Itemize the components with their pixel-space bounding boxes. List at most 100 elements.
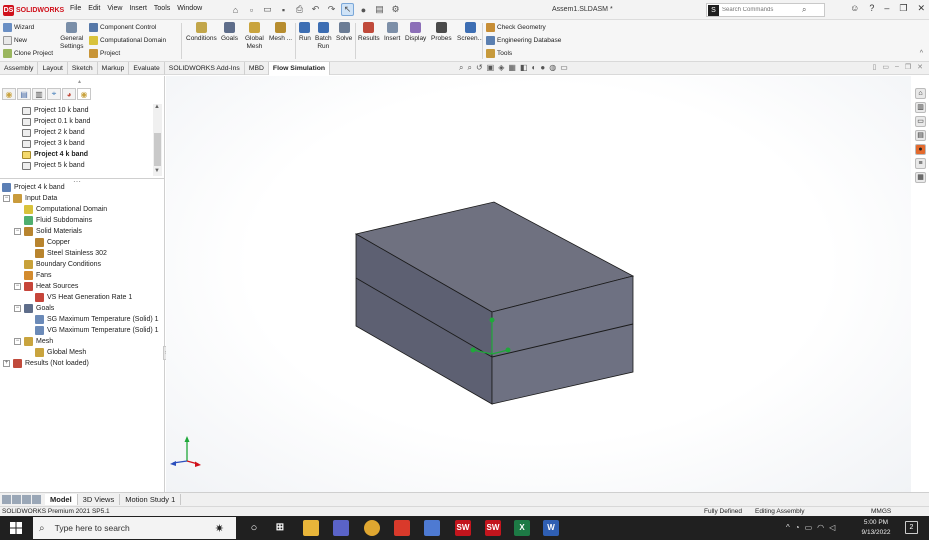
menu-view[interactable]: View [107, 5, 122, 12]
tab-assembly[interactable]: Assembly [0, 62, 39, 75]
goals-button[interactable]: Goals [221, 22, 238, 43]
user-icon[interactable]: ☺ [850, 3, 859, 14]
taskbar-search[interactable]: ⌕ Type here to search ✷ [33, 517, 236, 539]
computational-domain-button[interactable]: Computational Domain [89, 36, 166, 45]
appearances-icon[interactable]: ● [915, 144, 926, 155]
close-icon[interactable]: ✕ [917, 3, 925, 14]
show-hidden-icons-icon[interactable]: ^ [786, 523, 790, 532]
adobe-app-icon[interactable] [394, 520, 410, 536]
solve-button[interactable]: Solve [336, 22, 352, 43]
display-button[interactable]: Display [405, 22, 426, 43]
rebuild-icon[interactable]: ● [357, 3, 370, 16]
scroll-down-icon[interactable]: ▼ [154, 168, 160, 174]
save-icon[interactable]: ▪ [277, 3, 290, 16]
tree-item-fluid-subdomains[interactable]: Fluid Subdomains [24, 215, 92, 226]
notification-icon[interactable]: 2 [905, 521, 918, 534]
tab-markup[interactable]: Markup [98, 62, 130, 75]
battery-icon[interactable]: ▭ [805, 523, 813, 532]
design-library-icon[interactable]: ▥ [915, 102, 926, 113]
help-icon[interactable]: ? [869, 3, 874, 14]
teams-app-icon[interactable] [333, 520, 349, 536]
solidworks-logo[interactable]: DS SOLIDWORKS [3, 4, 64, 16]
scroll-up-icon[interactable]: ▲ [154, 104, 160, 110]
solidworks-resources-icon[interactable]: ⌂ [915, 88, 926, 99]
tools-button[interactable]: Tools [486, 49, 512, 58]
feature-manager-tab-icon[interactable]: ◉ [2, 88, 16, 100]
collapse-toggle-icon[interactable]: − [3, 195, 10, 202]
solidworks-app-icon[interactable]: SW [485, 520, 501, 536]
engineering-database-button[interactable]: Engineering Database [486, 36, 561, 45]
excel-app-icon[interactable]: X [514, 520, 530, 536]
menu-file[interactable]: File [70, 5, 81, 12]
undo-icon[interactable]: ↶ [309, 3, 322, 16]
menu-tools[interactable]: Tools [154, 5, 170, 12]
tree-item-fans[interactable]: Fans [24, 270, 52, 281]
tree-item-vg-goal[interactable]: VG Maximum Temperature (Solid) 1 [35, 325, 159, 336]
open-icon[interactable]: ▭ [261, 3, 274, 16]
chrome-app-icon[interactable] [364, 520, 380, 536]
collapse-toggle-icon[interactable]: − [14, 228, 21, 235]
tree-item-solid-materials[interactable]: − Solid Materials [14, 226, 82, 237]
graphics-viewport[interactable] [166, 76, 911, 492]
triad-handle[interactable] [470, 347, 476, 353]
first-tab-icon[interactable] [2, 495, 11, 504]
tree-item-mesh[interactable]: − Mesh [14, 336, 53, 347]
project-button[interactable]: Project [89, 49, 120, 58]
triad-handle[interactable] [505, 347, 511, 353]
new-document-icon[interactable]: ▫ [245, 3, 258, 16]
search-highlight-icon[interactable]: ✷ [215, 522, 224, 535]
previous-view-icon[interactable]: ↺ [476, 63, 483, 73]
wizard-button[interactable]: Wizard [3, 23, 34, 32]
wifi-icon[interactable]: ◠ [817, 523, 824, 532]
section-view-icon[interactable]: ▣ [487, 63, 495, 73]
custom-properties-icon[interactable]: ≡ [915, 158, 926, 169]
property-manager-tab-icon[interactable]: ▤ [17, 88, 31, 100]
collapse-ribbon-icon[interactable]: ^ [920, 50, 923, 57]
edit-appearance-icon[interactable]: ● [540, 63, 545, 73]
tree-item-heat-sources[interactable]: − Heat Sources [14, 281, 78, 292]
network-icon[interactable]: ◔ [795, 523, 800, 532]
search-input[interactable] [722, 7, 802, 13]
tab-evaluate[interactable]: Evaluate [129, 62, 165, 75]
new-project-button[interactable]: New [3, 36, 27, 45]
tile-icon[interactable]: ▯ [872, 63, 876, 71]
task-view-icon[interactable]: ⊞ [272, 520, 288, 536]
volume-icon[interactable]: ◁ [829, 523, 835, 532]
list-item[interactable]: Project 10 k band [22, 105, 88, 116]
tab-flow-simulation[interactable]: Flow Simulation [268, 62, 331, 75]
tree-item-results[interactable]: + Results (Not loaded) [3, 358, 89, 369]
expand-toggle-icon[interactable]: + [3, 360, 10, 367]
word-app-icon[interactable]: W [543, 520, 559, 536]
viewport-restore-icon[interactable]: ❐ [905, 63, 911, 71]
print-icon[interactable]: ⎙ [293, 3, 306, 16]
component-control-button[interactable]: Component Control [89, 23, 156, 32]
tab-sketch[interactable]: Sketch [68, 62, 98, 75]
tab-model[interactable]: Model [45, 494, 78, 505]
restore-icon[interactable]: ❐ [899, 3, 907, 14]
file-properties-icon[interactable]: ▤ [373, 3, 386, 16]
batch-run-button[interactable]: Batch Run [315, 22, 332, 51]
tree-root[interactable]: Project 4 k band [2, 182, 65, 193]
list-item-active[interactable]: Project 4 k band [22, 149, 88, 160]
viewport-minimize-icon[interactable]: – [895, 63, 899, 71]
last-tab-icon[interactable] [32, 495, 41, 504]
file-explorer-icon[interactable]: ▭ [915, 116, 926, 127]
tile-horizontal-icon[interactable]: ▭ [882, 63, 889, 71]
general-settings-button[interactable]: General Settings [60, 22, 84, 51]
search-commands[interactable]: S ⌕ [706, 3, 825, 17]
hide-show-icon[interactable]: ◐ [532, 63, 537, 73]
apply-scene-icon[interactable]: ◍ [549, 63, 556, 73]
tree-item-computational-domain[interactable]: Computational Domain [24, 204, 107, 215]
global-mesh-button[interactable]: Global Mesh [245, 22, 264, 51]
conditions-button[interactable]: Conditions [186, 22, 217, 43]
panel-collapse-icon[interactable]: ▴ [78, 78, 81, 85]
configuration-manager-tab-icon[interactable]: ▥ [32, 88, 46, 100]
viewport-close-icon[interactable]: ✕ [917, 63, 923, 71]
run-button[interactable]: Run [299, 22, 311, 43]
clone-project-button[interactable]: Clone Project [3, 49, 53, 58]
collapse-toggle-icon[interactable]: − [14, 305, 21, 312]
menu-insert[interactable]: Insert [129, 5, 147, 12]
display-style-icon[interactable]: ◧ [520, 63, 528, 73]
file-explorer-app-icon[interactable] [303, 520, 319, 536]
tree-item-boundary-conditions[interactable]: Boundary Conditions [24, 259, 101, 270]
